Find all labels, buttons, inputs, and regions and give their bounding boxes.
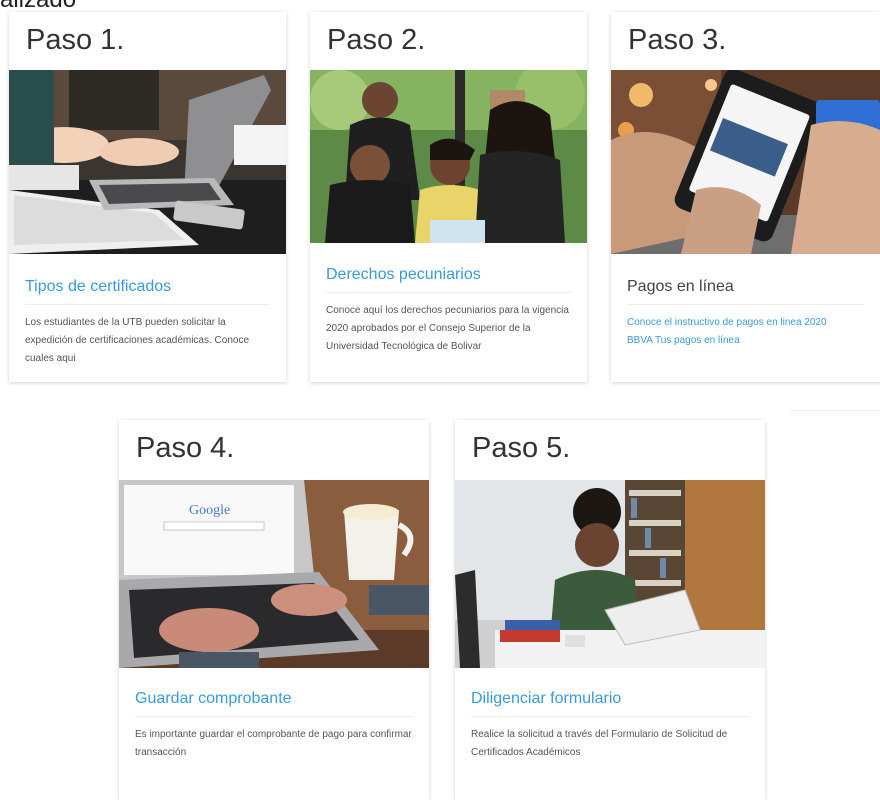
card-heading-link[interactable]: Guardar comprobante [135, 690, 413, 717]
card-body: Pagos en línea Conoce el instructivo de … [627, 278, 864, 350]
google-logo-text: Google [189, 503, 230, 518]
card-step-2: Paso 2. Derechos pecuniarios Conoce aquí… [310, 12, 587, 382]
card-step-1: Paso 1. Tipos de certificados Los estudi… [9, 12, 286, 382]
card-step-5: Paso 5. Diligenciar formulario Realice l… [455, 420, 765, 800]
card-step-title: Paso 2. [327, 24, 426, 56]
card-body: Guardar comprobante Es importante guarda… [135, 690, 413, 762]
card-step-4: Paso 4. Google Guardar comprobante Es im… [119, 420, 429, 800]
card-image-student-library [455, 480, 765, 668]
card-heading-link[interactable]: Diligenciar formulario [471, 690, 749, 717]
card-description: Es importante guardar el comprobante de … [135, 729, 412, 758]
card-heading: Pagos en línea [627, 278, 864, 305]
card-description: Conoce aquí los derechos pecuniarios par… [326, 305, 569, 352]
card-body: Derechos pecuniarios Conoce aquí los der… [326, 266, 571, 356]
link-instructivo-pagos[interactable]: Conoce el instructivo de pagos en linea … [627, 314, 864, 332]
card-image-mobile-payment [611, 70, 880, 254]
card-heading-link[interactable]: Tipos de certificados [25, 278, 270, 305]
card-image-laptop-typing [9, 70, 286, 254]
card-body: Tipos de certificados Los estudiantes de… [25, 278, 270, 368]
card-step-title: Paso 5. [472, 432, 571, 464]
card-step-title: Paso 3. [628, 24, 727, 56]
card-image-laptop-search: Google [119, 480, 429, 668]
link-bbva-pagos[interactable]: BBVA Tus pagos en línea [627, 332, 864, 350]
card-description: Los estudiantes de la UTB pueden solicit… [25, 317, 250, 364]
card-description: Realice la solicitud a través del Formul… [471, 729, 728, 758]
card-step-3: Paso 3. Pagos en línea Conoce el instruc… [611, 12, 880, 382]
divider [790, 410, 880, 411]
card-image-students-group [310, 70, 587, 243]
card-body: Diligenciar formulario Realice la solici… [471, 690, 749, 762]
card-heading-link[interactable]: Derechos pecuniarios [326, 266, 571, 293]
card-step-title: Paso 4. [136, 432, 235, 464]
card-step-title: Paso 1. [26, 24, 125, 56]
